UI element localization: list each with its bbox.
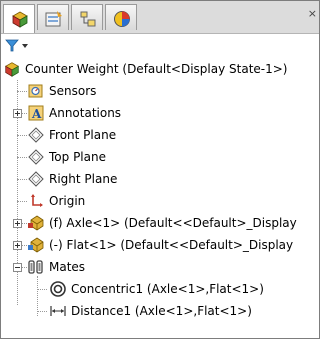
property-manager-icon [45,11,62,27]
plane-icon [28,127,44,143]
tree-item-top-plane[interactable]: Top Plane [1,146,319,168]
tree-item-front-plane[interactable]: Front Plane [1,124,319,146]
filter-bar [1,34,319,58]
tree-item-origin[interactable]: Origin [1,190,319,212]
tree-item-label: Right Plane [49,172,118,186]
tab-configuration-manager[interactable] [71,4,103,30]
tree-item-label: Distance1 (Axle<1>,Flat<1>) [71,304,252,318]
tree-item-distance1[interactable]: Distance1 (Axle<1>,Flat<1>) [1,300,319,322]
tree-item-label: Sensors [49,84,97,98]
tree-root[interactable]: Counter Weight (Default<Display State-1>… [1,58,319,80]
concentric-mate-icon [50,281,66,297]
tree-item-right-plane[interactable]: Right Plane [1,168,319,190]
tree-item-label: Origin [49,194,86,208]
plane-icon [28,149,44,165]
feature-manager-icon [12,11,28,28]
distance-mate-icon [50,306,66,316]
origin-icon [31,194,43,207]
tree-item-mates[interactable]: Mates [1,256,319,278]
part-icon [28,237,44,253]
tree-item-label: (-) Flat<1> (Default<<Default>_Display [49,238,294,252]
tree-item-label: Annotations [49,106,122,120]
annotations-icon: A [28,105,44,121]
manager-tab-bar: × [1,1,319,34]
tree-item-sensors[interactable]: Sensors [1,80,319,102]
tree-item-concentric1[interactable]: Concentric1 (Axle<1>,Flat<1>) [1,278,319,300]
plane-icon [28,171,44,187]
display-manager-icon [114,11,130,27]
mates-icon [28,260,43,274]
tree-item-label: Top Plane [49,150,106,164]
feature-tree: Counter Weight (Default<Display State-1>… [1,58,319,338]
tree-item-flat[interactable]: (-) Flat<1> (Default<<Default>_Display [1,234,319,256]
close-icon[interactable]: × [308,7,317,20]
tab-property-manager[interactable] [37,4,69,30]
svg-text:A: A [31,107,42,121]
tree-item-label: Concentric1 (Axle<1>,Flat<1>) [71,282,264,296]
feature-manager-panel: × Counter Weight (Default<Display State-… [0,0,320,339]
tree-root-label: Counter Weight (Default<Display State-1>… [25,62,288,76]
sensors-icon [28,84,43,98]
expand-icon[interactable] [13,219,22,228]
assembly-icon [4,62,20,77]
tree-item-label: (f) Axle<1> (Default<<Default>_Display [49,216,297,230]
expand-icon[interactable] [13,241,22,250]
tree-item-axle[interactable]: (f) Axle<1> (Default<<Default>_Display [1,212,319,234]
tab-feature-manager[interactable] [3,4,35,33]
tab-display-manager[interactable] [105,4,137,30]
tree-item-label: Front Plane [49,128,117,142]
tree-item-label: Mates [49,260,86,274]
tree-item-annotations[interactable]: A Annotations [1,102,319,124]
collapse-icon[interactable] [13,263,22,272]
filter-icon[interactable] [4,38,34,53]
configuration-manager-icon [80,11,96,27]
expand-icon[interactable] [13,109,22,118]
part-icon [28,215,44,231]
